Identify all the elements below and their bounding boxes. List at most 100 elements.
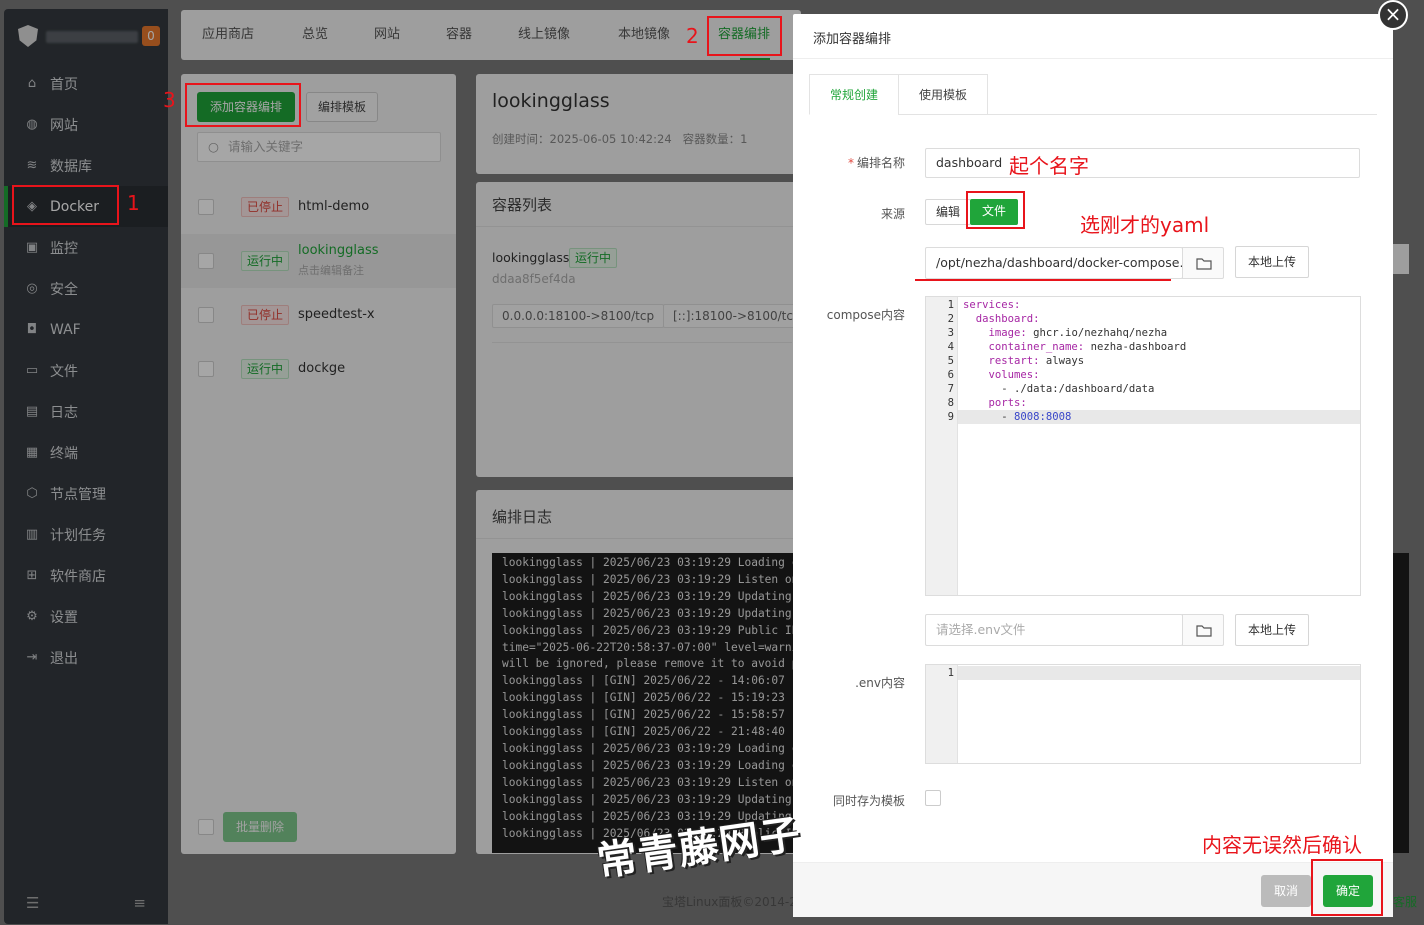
cancel-button[interactable]: 取消 [1261,875,1311,907]
log-line: lookingglass | 2025/06/23 03:19:29 Liste… [502,775,794,789]
menu-icon[interactable]: ≡ [133,894,146,912]
save-as-template-label: 同时存为模板 [832,794,905,808]
annotation-number: 3 [163,88,176,112]
gear-icon: ⚙ [26,609,38,624]
remark-link[interactable]: 点击编辑备注 [298,262,364,278]
log-line: lookingglass | 2025/06/23 03:19:29 Loadi… [502,741,794,755]
folder-icon [1196,625,1212,637]
sidebar-item-shield[interactable]: ◎ 安全 [4,268,168,309]
tab-use-template[interactable]: 使用模板 [898,74,988,115]
sidebar-item-label: 计划任务 [50,527,106,544]
sidebar-item-label: 安全 [50,281,78,298]
tab-normal-create[interactable]: 常规创建 [809,74,899,115]
row-checkbox[interactable] [198,199,214,215]
log-title: 编排日志 [492,508,553,526]
tab-local-images[interactable]: 本地镜像 [618,10,670,60]
collapse-icon[interactable]: ☰ [26,894,39,912]
compose-editor[interactable]: 1 services: 2 dashboard: 3 image: ghcr.io/n… [925,296,1361,596]
line-number: 5 [947,355,954,367]
background-edge [1393,553,1409,853]
sidebar-item-label: 监控 [50,240,78,257]
annotation-name-hint: 起个名字 [1009,154,1089,178]
env-upload-button[interactable]: 本地上传 [1235,614,1309,646]
compose-file-path-input[interactable]: /opt/nezha/dashboard/docker-compose.y [925,247,1183,279]
search-input[interactable]: ○ 请输入关键字 [197,132,441,162]
container-status-badge: 运行中 [569,248,618,268]
sidebar-item-logout[interactable]: ⇥ 退出 [4,637,168,678]
line-number: 4 [947,341,954,353]
close-icon[interactable]: × [1378,0,1408,30]
sidebar-item-waf[interactable]: ◘ WAF [4,309,168,350]
tab-containers[interactable]: 容器 [446,10,472,60]
status-badge: 已停止 [241,305,290,325]
tab-websites[interactable]: 网站 [374,10,400,60]
sidebar-item-globe[interactable]: ◍ 网站 [4,104,168,145]
annotation-underline [915,279,1171,281]
sidebar-item-cron[interactable]: ▥ 计划任务 [4,514,168,555]
copyright-footer: 宝塔Linux面板©2014-2 [662,895,797,909]
row-checkbox[interactable] [198,361,214,377]
sidebar-item-terminal[interactable]: ▦ 终端 [4,432,168,473]
select-env-file-button[interactable] [1182,614,1224,646]
notification-badge[interactable]: 0 [142,26,160,46]
waf-icon: ◘ [26,322,38,337]
code-line: - ./data:/dashboard/data [963,383,1155,395]
tab-online-images[interactable]: 线上镜像 [518,10,570,60]
bt-logo-icon [18,25,38,47]
folder-icon [1196,258,1212,270]
log-line: lookingglass | [GIN] 2025/06/22 - 15:19:… [502,691,794,705]
compose-name[interactable]: lookingglass [298,243,379,258]
list-item[interactable]: 运行中 lookingglass 点击编辑备注 [181,234,456,288]
annotation-box-docker [12,185,119,225]
database-icon: ≋ [26,158,38,173]
select-all-checkbox[interactable] [198,819,214,835]
sidebar-item-label: 软件商店 [50,568,106,585]
compose-name[interactable]: dockge [298,361,345,376]
local-upload-button[interactable]: 本地上传 [1235,246,1309,278]
search-icon: ○ [208,139,219,154]
env-editor[interactable]: 1 [925,664,1361,764]
batch-delete-button[interactable]: 批量删除 [223,812,297,842]
server-name-blurred [46,31,138,43]
list-item[interactable]: 已停止 speedtest-x [181,288,456,342]
tab-overview[interactable]: 总览 [302,10,328,60]
select-file-button[interactable] [1182,247,1224,279]
tab-app-store[interactable]: 应用商店 [202,10,254,60]
sidebar-item-folder[interactable]: ▭ 文件 [4,350,168,391]
list-item[interactable]: 运行中 dockge [181,342,456,396]
log-line: lookingglass | 2025/06/23 03:19:29 Updat… [502,606,792,620]
compose-name[interactable]: speedtest-x [298,307,375,322]
sidebar-footer: ☰ ≡ [4,894,168,912]
sidebar-item-store[interactable]: ⊞ 软件商店 [4,555,168,596]
compose-list-panel: 添加容器编排 编排模板 ○ 请输入关键字 已停止 html-demo 运行中 l… [181,74,456,854]
code-line: dashboard: [963,313,1040,325]
row-checkbox[interactable] [198,253,214,269]
container-name[interactable]: lookingglass [492,250,569,265]
line-number: 6 [947,369,954,381]
save-as-template-checkbox[interactable] [925,790,941,806]
annotation-box-file-source [966,191,1025,229]
logo: 0 [18,23,168,51]
source-edit-button[interactable]: 编辑 [925,199,971,225]
log-icon: ▤ [25,404,39,419]
globe-icon: ◍ [26,117,38,132]
compose-template-button[interactable]: 编排模板 [306,92,378,122]
sidebar-item-node[interactable]: ⬡ 节点管理 [4,473,168,514]
support-link[interactable]: 客服 [1393,893,1417,910]
sidebar-item-database[interactable]: ≋ 数据库 [4,145,168,186]
row-checkbox[interactable] [198,307,214,323]
line-number: 7 [947,383,954,395]
sidebar-item-home[interactable]: ⌂ 首页 [4,63,168,104]
sidebar-item-gear[interactable]: ⚙ 设置 [4,596,168,637]
compose-detail-header: lookingglass 创建时间：2025-06-05 10:42:24 容器… [476,74,806,174]
compose-name-input[interactable]: dashboard [925,148,1360,178]
shield-icon: ◎ [26,281,38,296]
sidebar-item-monitor[interactable]: ▣ 监控 [4,227,168,268]
sidebar-item-log[interactable]: ▤ 日志 [4,391,168,432]
env-file-input[interactable]: 请选择.env文件 [925,614,1183,646]
list-item[interactable]: 已停止 html-demo [181,180,456,234]
annotation-number: 1 [127,191,140,215]
code-line: volumes: [963,369,1040,381]
compose-name[interactable]: html-demo [298,199,369,214]
sidebar-item-label: 数据库 [50,158,92,175]
